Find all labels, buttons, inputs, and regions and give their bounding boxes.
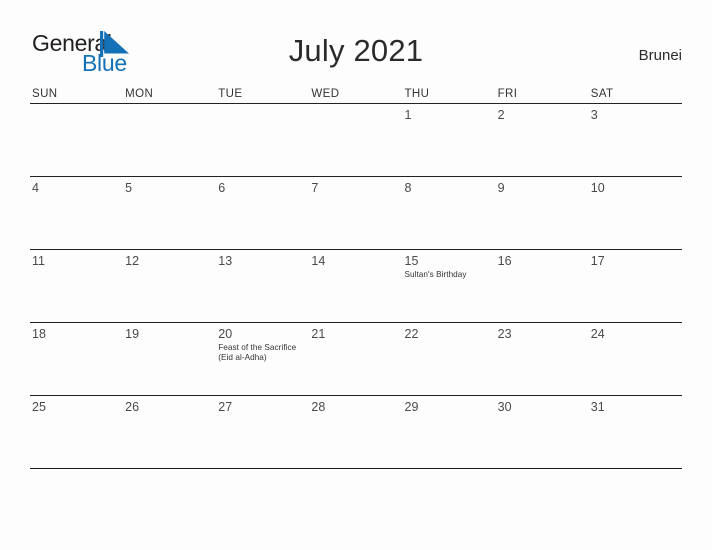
day-cell-5[interactable]: 5	[123, 177, 216, 249]
day-events: Sultan's Birthday	[405, 270, 492, 280]
weekday-header-wed: WED	[311, 88, 340, 100]
day-number: 5	[125, 181, 133, 195]
day-number: 3	[590, 108, 598, 122]
day-cell-2[interactable]: 2	[496, 104, 589, 176]
day-number: 4	[32, 181, 39, 195]
calendar-week-row: 25 26 27 28 29 30 31	[30, 396, 682, 469]
day-number: 24	[590, 327, 605, 341]
day-number: 29	[404, 400, 419, 414]
day-cell-4[interactable]: 4	[30, 177, 123, 249]
weekday-header-thu: THU	[404, 88, 430, 100]
day-number: 12	[125, 254, 140, 268]
day-number: 25	[32, 400, 46, 414]
day-cell-empty	[30, 104, 123, 176]
page-header: General Blue July 2021 Brunei	[0, 0, 712, 85]
day-cell-9[interactable]: 9	[496, 177, 589, 249]
day-cell-30[interactable]: 30	[496, 396, 589, 468]
day-number: 14	[311, 254, 326, 268]
holiday-event-label: Feast of the Sacrifice (Eid al-Adha)	[218, 343, 297, 363]
day-number: 13	[218, 254, 233, 268]
day-cell-24[interactable]: 24	[589, 323, 682, 395]
weekday-header-fri: FRI	[497, 88, 518, 100]
day-number: 31	[590, 400, 605, 414]
day-cell-27[interactable]: 27	[216, 396, 309, 468]
day-cell-29[interactable]: 29	[403, 396, 496, 468]
day-cell-18[interactable]: 18	[30, 323, 123, 395]
day-cell-11[interactable]: 11	[30, 250, 123, 322]
calendar-week-row: 18 19 20 Feast of the Sacrifice (Eid al-Adh…	[30, 323, 682, 396]
day-number: 6	[218, 181, 226, 195]
day-number: 26	[125, 400, 140, 414]
day-number: 23	[497, 327, 512, 341]
weekday-header-sat: SAT	[590, 88, 614, 100]
day-cell-10[interactable]: 10	[589, 177, 682, 249]
calendar-page: General Blue July 2021 Brunei SUN MON TUE W…	[0, 0, 712, 550]
holiday-event-label: Sultan's Birthday	[404, 270, 467, 279]
day-number: 27	[218, 400, 233, 414]
day-number: 8	[404, 181, 412, 195]
day-number: 30	[497, 400, 512, 414]
day-cell-6[interactable]: 6	[216, 177, 309, 249]
day-cell-8[interactable]: 8	[403, 177, 496, 249]
day-cell-3[interactable]: 3	[589, 104, 682, 176]
day-number: 1	[404, 108, 412, 122]
day-cell-31[interactable]: 31	[589, 396, 682, 468]
day-number: 16	[497, 254, 512, 268]
day-number: 18	[32, 327, 46, 341]
day-cell-empty	[309, 104, 402, 176]
day-number: 22	[404, 327, 419, 341]
day-cell-7[interactable]: 7	[309, 177, 402, 249]
day-number: 21	[311, 327, 326, 341]
day-number: 19	[125, 327, 140, 341]
calendar-week-row: 1 2 3	[30, 104, 682, 177]
calendar-grid: SUN MON TUE WED THU FRI SAT 1 2 3 4 5 6 7 8 9 10 11 12 13 1…	[30, 88, 682, 469]
day-cell-25[interactable]: 25	[30, 396, 123, 468]
day-cell-22[interactable]: 22	[403, 323, 496, 395]
day-cell-19[interactable]: 19	[123, 323, 216, 395]
day-number: 10	[590, 181, 605, 195]
day-cell-17[interactable]: 17	[589, 250, 682, 322]
day-number: 9	[497, 181, 505, 195]
region-label: Brunei	[638, 47, 682, 64]
weekday-header-mon: MON	[125, 88, 154, 100]
day-number: 17	[590, 254, 605, 268]
calendar-week-row: 4 5 6 7 8 9 10	[30, 177, 682, 250]
day-cell-14[interactable]: 14	[309, 250, 402, 322]
day-cell-28[interactable]: 28	[309, 396, 402, 468]
page-title: July 2021	[288, 33, 424, 68]
day-cell-13[interactable]: 13	[216, 250, 309, 322]
day-cell-16[interactable]: 16	[496, 250, 589, 322]
day-cell-empty	[123, 104, 216, 176]
day-number: 7	[311, 181, 319, 195]
day-cell-21[interactable]: 21	[309, 323, 402, 395]
weekday-header-row: SUN MON TUE WED THU FRI SAT	[30, 88, 682, 104]
day-number: 15	[404, 254, 419, 268]
day-cell-12[interactable]: 12	[123, 250, 216, 322]
weekday-header-tue: TUE	[218, 88, 243, 100]
day-cell-23[interactable]: 23	[496, 323, 589, 395]
day-cell-26[interactable]: 26	[123, 396, 216, 468]
day-cell-20[interactable]: 20 Feast of the Sacrifice (Eid al-Adha)	[216, 323, 309, 395]
calendar-weeks: 1 2 3 4 5 6 7 8 9 10 11 12 13 14 15 Sultan's Birthday 16…	[30, 104, 682, 469]
day-number: 11	[32, 254, 45, 268]
calendar-week-row: 11 12 13 14 15 Sultan's Birthday 16 17	[30, 250, 682, 323]
day-cell-1[interactable]: 1	[403, 104, 496, 176]
day-number: 28	[311, 400, 326, 414]
day-number: 20	[218, 327, 233, 341]
day-cell-15[interactable]: 15 Sultan's Birthday	[403, 250, 496, 322]
weekday-header-sun: SUN	[32, 88, 58, 100]
day-number: 2	[497, 108, 505, 122]
day-cell-empty	[216, 104, 309, 176]
day-events: Feast of the Sacrifice (Eid al-Adha)	[218, 343, 305, 363]
